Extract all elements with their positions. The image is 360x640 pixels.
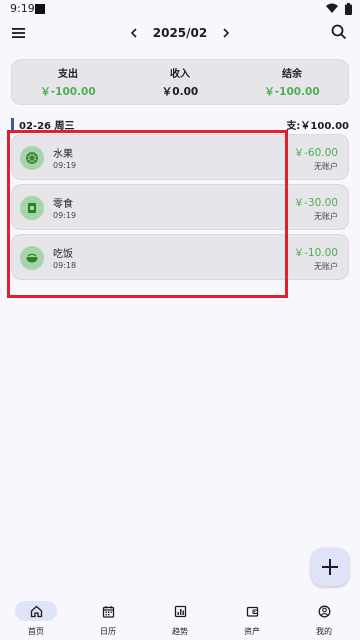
- plus-icon: [322, 559, 338, 575]
- nav-icon-wrap: [15, 601, 57, 621]
- monthly-summary-card: 支出 ￥-100.00 收入 ￥0.00 结余 ￥-100.00: [11, 59, 349, 105]
- record-account: 无账户: [314, 212, 338, 221]
- summary-value: ￥-100.00: [264, 86, 320, 98]
- nav-label: 我的: [316, 627, 332, 636]
- nav-icon-wrap: [231, 601, 273, 621]
- nav-label: 资产: [244, 627, 260, 636]
- summary-label: 结余: [282, 69, 302, 80]
- nav-label: 首页: [28, 627, 44, 636]
- day-total: 支:￥100.00: [286, 121, 349, 132]
- summary-income: 收入 ￥0.00: [124, 60, 236, 104]
- summary-balance: 结余 ￥-100.00: [236, 60, 348, 104]
- battery-icon: [345, 3, 352, 15]
- chart-icon: [174, 605, 186, 617]
- record-amount: ￥-30.00: [293, 197, 338, 209]
- current-month[interactable]: 2025/02: [153, 26, 207, 40]
- app-bar: 2025/02: [0, 18, 360, 48]
- prev-month-button[interactable]: [127, 26, 141, 40]
- record-amount: ￥-10.00: [293, 247, 338, 259]
- wifi-icon: [326, 3, 338, 13]
- search-icon[interactable]: [330, 23, 348, 41]
- nav-profile[interactable]: 我的: [288, 598, 360, 640]
- next-month-button[interactable]: [219, 26, 233, 40]
- chevron-left-icon: [130, 28, 137, 38]
- nav-icon-wrap: [159, 601, 201, 621]
- nav-trend[interactable]: 趋势: [144, 598, 216, 640]
- nav-assets[interactable]: 资产: [216, 598, 288, 640]
- status-time: 9:19: [10, 2, 35, 15]
- home-icon: [30, 605, 42, 617]
- nav-calendar[interactable]: 日历: [72, 598, 144, 640]
- notification-icon: [35, 4, 45, 14]
- highlight-box: [7, 130, 288, 298]
- summary-label: 收入: [170, 69, 190, 80]
- profile-icon: [318, 605, 330, 617]
- summary-value: ￥0.00: [161, 86, 199, 98]
- nav-icon-wrap: [303, 601, 345, 621]
- calendar-icon: [102, 605, 114, 618]
- add-record-button[interactable]: [311, 548, 349, 586]
- day-accent-bar: [11, 118, 14, 130]
- record-account: 无账户: [314, 162, 338, 171]
- summary-expense: 支出 ￥-100.00: [12, 60, 124, 104]
- wallet-icon: [246, 606, 258, 617]
- nav-home[interactable]: 首页: [0, 598, 72, 640]
- record-amount: ￥-60.00: [293, 147, 338, 159]
- nav-label: 日历: [100, 627, 116, 636]
- record-account: 无账户: [314, 262, 338, 271]
- summary-value: ￥-100.00: [40, 86, 96, 98]
- summary-label: 支出: [58, 69, 78, 80]
- status-bar: 9:19: [0, 0, 360, 18]
- day-header: 02-26 周三 支:￥100.00: [11, 117, 349, 132]
- nav-icon-wrap: [87, 601, 129, 621]
- nav-label: 趋势: [172, 627, 188, 636]
- month-navigator: 2025/02: [0, 18, 360, 48]
- chevron-right-icon: [223, 28, 230, 38]
- bottom-nav: 首页 日历 趋势 资产 我的: [0, 598, 360, 640]
